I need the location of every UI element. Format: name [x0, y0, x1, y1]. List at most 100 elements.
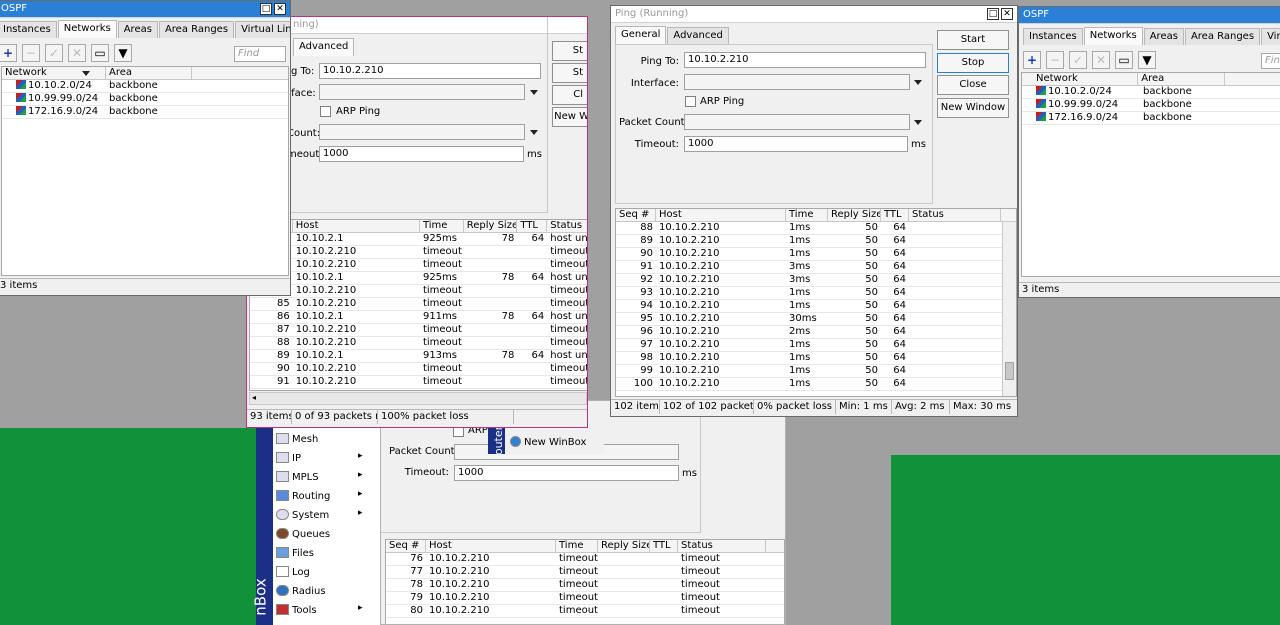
table-row[interactable]: 88 10.10.2.210 1ms 50 64	[616, 222, 1016, 235]
tab-general[interactable]: General	[615, 26, 667, 44]
tab-networks[interactable]: Networks	[57, 20, 117, 38]
menu-item-radius[interactable]: Radius	[276, 582, 326, 601]
stop-button[interactable]: Stop	[937, 53, 1009, 73]
maximize-icon[interactable]: □	[260, 3, 272, 15]
col-ttl[interactable]: TTL	[517, 220, 548, 232]
col-status[interactable]: Status	[909, 209, 1001, 221]
tab-virtual-links[interactable]: Virtual Links	[235, 21, 290, 38]
col-host[interactable]: Host	[293, 220, 420, 232]
chevron-down-icon[interactable]	[914, 120, 922, 125]
enable-icon[interactable]: ✓	[45, 44, 63, 62]
col-area[interactable]: Area	[1138, 73, 1225, 85]
col-status[interactable]: Status	[678, 540, 766, 552]
new-window-button[interactable]: New W	[552, 107, 587, 127]
tab-advanced[interactable]: Advanced	[667, 27, 729, 44]
table-row[interactable]: 86 10.10.2.1 911ms 78 64 host unre	[250, 311, 587, 324]
comment-icon[interactable]: ▭	[1115, 51, 1133, 69]
table-row[interactable]: 85 10.10.2.210 timeout timeout	[250, 298, 587, 311]
add-icon[interactable]: +	[0, 44, 17, 62]
ping-to-field[interactable]: 10.10.2.210	[684, 52, 926, 68]
col-chooser[interactable]	[82, 67, 288, 79]
vertical-scrollbar[interactable]	[1002, 222, 1016, 396]
table-row[interactable]: 10.10.2.1 925ms 78 64 host unre	[250, 233, 587, 246]
menu-item-mesh[interactable]: Mesh	[276, 430, 318, 449]
tab-instances[interactable]: Instances	[0, 21, 57, 38]
timeout-field[interactable]: 1000	[684, 136, 908, 152]
menu-item-ip[interactable]: IP	[276, 449, 301, 468]
col-network[interactable]: Network	[1022, 73, 1139, 85]
find-input[interactable]: Find	[234, 46, 286, 62]
find-input[interactable]: Find	[1261, 53, 1280, 69]
table-row[interactable]: 77 10.10.2.210 timeout timeout	[386, 566, 784, 579]
table-row[interactable]: 78 10.10.2.210 timeout timeout	[386, 579, 784, 592]
table-row[interactable]: 10.99.99.0/24 backbone	[1022, 99, 1280, 112]
table-row[interactable]: 93 10.10.2.210 1ms 50 64	[616, 287, 1016, 300]
table-row[interactable]: 10.99.99.0/24 backbone	[2, 93, 288, 106]
col-reply-size[interactable]: Reply Size	[598, 540, 650, 552]
table-row[interactable]: 91 10.10.2.210 timeout timeout	[250, 376, 587, 389]
table-row[interactable]: 97 10.10.2.210 1ms 50 64	[616, 339, 1016, 352]
col-time[interactable]: Time	[786, 209, 828, 221]
col-ttl[interactable]: TTL	[650, 540, 678, 552]
filter-icon[interactable]: ▼	[1138, 51, 1156, 69]
table-row[interactable]: 10.10.2.1 925ms 78 64 host unre	[250, 272, 587, 285]
col-reply-size[interactable]: Reply Size	[464, 220, 518, 232]
disable-icon[interactable]: ✕	[1092, 51, 1110, 69]
tab-areas[interactable]: Areas	[1143, 28, 1184, 45]
ping-main-titlebar[interactable]: Ping (Running)	[611, 6, 1017, 23]
table-row[interactable]: 172.16.9.0/24 backbone	[1022, 112, 1280, 125]
packet-count-field[interactable]	[684, 114, 910, 130]
tab-networks[interactable]: Networks	[1083, 27, 1143, 45]
menu-item-routing[interactable]: Routing	[276, 487, 330, 506]
table-row[interactable]: 95 10.10.2.210 30ms 50 64	[616, 313, 1016, 326]
table-row[interactable]: 88 10.10.2.210 timeout timeout	[250, 337, 587, 350]
col-host[interactable]: Host	[426, 540, 556, 552]
chevron-down-icon[interactable]	[914, 80, 922, 85]
close-icon[interactable]: ✕	[1001, 8, 1013, 20]
table-row[interactable]: 76 10.10.2.210 timeout timeout	[386, 553, 784, 566]
ospf-left-titlebar[interactable]: OSPF	[0, 1, 290, 18]
close-icon[interactable]: ✕	[274, 3, 286, 15]
table-row[interactable]: 90 10.10.2.210 timeout timeout	[250, 363, 587, 376]
col-status[interactable]: Status	[547, 220, 587, 232]
menu-item-files[interactable]: Files	[276, 544, 314, 563]
add-icon[interactable]: +	[1023, 51, 1041, 69]
menu-item-mpls[interactable]: MPLS	[276, 468, 319, 487]
comment-icon[interactable]: ▭	[91, 44, 109, 62]
table-row[interactable]: 89 10.10.2.210 1ms 50 64	[616, 235, 1016, 248]
col-seq[interactable]: Seq #	[616, 209, 656, 221]
table-row[interactable]: 89 10.10.2.1 913ms 78 64 host unre	[250, 350, 587, 363]
arp-ping-checkbox[interactable]	[685, 96, 696, 107]
scroll-thumb[interactable]	[1005, 362, 1014, 380]
table-row[interactable]: 80 10.10.2.210 timeout timeout	[386, 605, 784, 618]
new-winbox-item[interactable]: New WinBox	[510, 436, 586, 448]
table-row[interactable]: 79 10.10.2.210 timeout timeout	[386, 592, 784, 605]
table-row[interactable]: 98 10.10.2.210 1ms 50 64	[616, 352, 1016, 365]
tab-instances[interactable]: Instances	[1023, 28, 1083, 45]
close-button[interactable]: Cl	[552, 85, 587, 105]
remove-icon[interactable]: −	[1046, 51, 1064, 69]
new-window-button[interactable]: New Window	[937, 98, 1009, 118]
col-time[interactable]: Time	[556, 540, 598, 552]
col-reply-size[interactable]: Reply Size	[828, 209, 881, 221]
tab-areas[interactable]: Areas	[117, 21, 158, 38]
tab-area-ranges[interactable]: Area Ranges	[158, 21, 235, 38]
col-network[interactable]: Network	[2, 67, 106, 79]
menu-item-system[interactable]: System	[276, 506, 329, 525]
col-ttl[interactable]: TTL	[881, 209, 909, 221]
table-row[interactable]: 10.10.2.210 timeout timeout	[250, 285, 587, 298]
disable-icon[interactable]: ✕	[68, 44, 86, 62]
menu-item-tools[interactable]: Tools	[276, 601, 317, 620]
enable-icon[interactable]: ✓	[1069, 51, 1087, 69]
table-row[interactable]: 94 10.10.2.210 1ms 50 64	[616, 300, 1016, 313]
col-seq[interactable]: Seq #	[386, 540, 426, 552]
tab-virtual-links[interactable]: Virtual Links	[1261, 28, 1280, 45]
table-row[interactable]: 172.16.9.0/24 backbone	[2, 106, 288, 119]
col-time[interactable]: Time	[420, 220, 464, 232]
col-host[interactable]: Host	[656, 209, 786, 221]
close-button[interactable]: Close	[937, 75, 1009, 95]
table-row[interactable]: 99 10.10.2.210 1ms 50 64	[616, 365, 1016, 378]
start-button[interactable]: St	[552, 41, 587, 61]
remove-icon[interactable]: −	[22, 44, 40, 62]
table-row[interactable]: 10.10.2.210 timeout timeout	[250, 246, 587, 259]
